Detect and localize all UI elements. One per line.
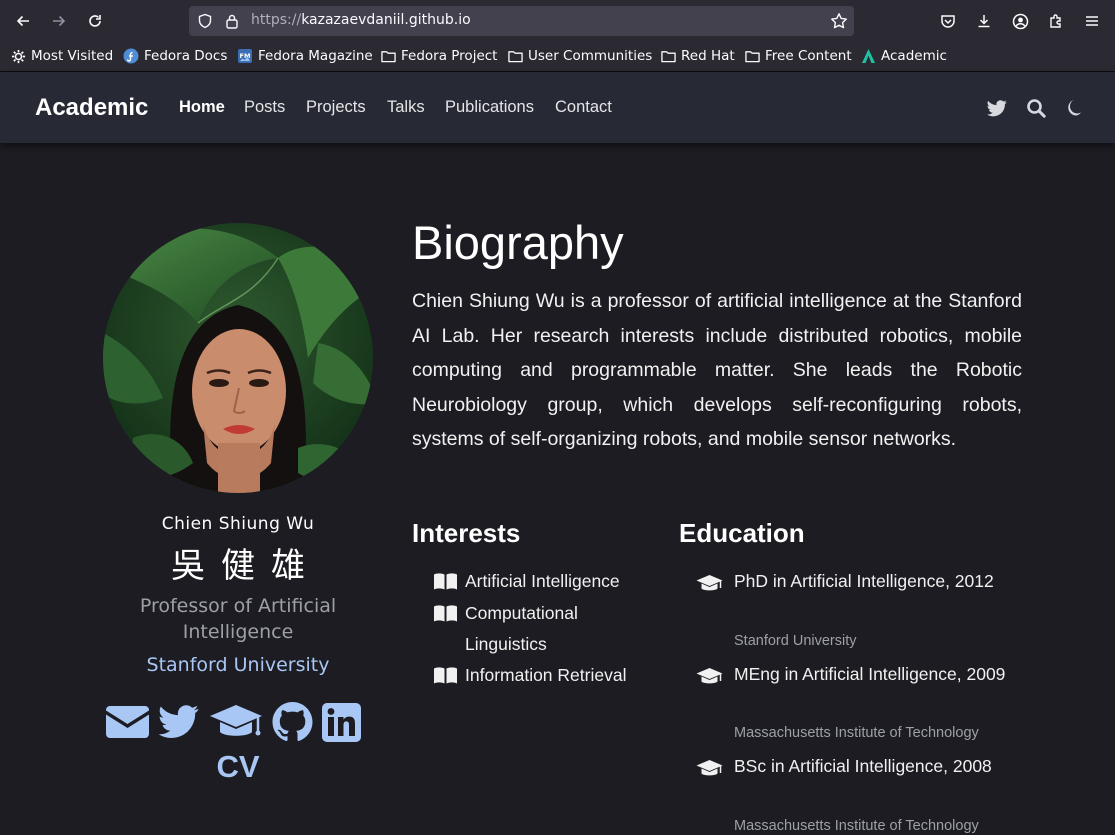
- site-navbar: Academic Home Posts Projects Talks Publi…: [0, 72, 1115, 143]
- svg-text:FM: FM: [240, 52, 251, 60]
- reload-button[interactable]: [81, 7, 109, 35]
- account-button[interactable]: [1006, 7, 1034, 35]
- nav-projects[interactable]: Projects: [306, 98, 366, 117]
- extensions-button[interactable]: [1042, 7, 1070, 35]
- bookmarks-toolbar: Most Visited Fedora Docs FM Fedora Magaz…: [0, 42, 1115, 72]
- folder-icon: [745, 51, 760, 63]
- education-degree: MEng in Artificial Intelligence, 2009: [734, 664, 1006, 684]
- education-title: Education: [679, 518, 805, 548]
- folder-icon: [661, 51, 676, 63]
- arrow-right-icon: [53, 15, 66, 27]
- bookmark-label: User Communities: [528, 48, 653, 64]
- profile-organization[interactable]: Stanford University: [103, 654, 373, 676]
- folder-icon: [508, 51, 523, 63]
- gear-icon: [11, 49, 26, 63]
- interest-label: Computational Linguistics: [465, 603, 578, 654]
- pocket-button[interactable]: [934, 7, 962, 35]
- nav-contact[interactable]: Contact: [555, 98, 612, 117]
- folder-icon: [381, 51, 396, 63]
- profile-name: Chien Shiung Wu: [161, 514, 315, 534]
- back-button[interactable]: [9, 7, 37, 35]
- graduation-cap-icon: [696, 668, 723, 684]
- graduation-cap-icon: [696, 575, 723, 591]
- profile-role: Professor of Artificial Intelligence: [139, 595, 337, 643]
- account-icon: [1012, 13, 1028, 29]
- cv-link[interactable]: CV: [103, 749, 373, 785]
- envelope-icon[interactable]: [105, 702, 149, 742]
- bookmark-fedora-project[interactable]: Fedora Project: [381, 48, 497, 64]
- profile-name-cjk: 吳健雄: [171, 546, 321, 586]
- linkedin-icon[interactable]: [321, 702, 361, 742]
- download-icon: [978, 15, 990, 28]
- url-text[interactable]: https://kazazaevdaniil.github.io: [251, 12, 471, 28]
- education-degree: PhD in Artificial Intelligence, 2012: [734, 571, 994, 591]
- nav-home[interactable]: Home: [179, 98, 225, 117]
- graduation-cap-icon: [696, 760, 723, 776]
- arrow-left-icon: [16, 15, 29, 27]
- bookmark-user-communities[interactable]: User Communities: [508, 48, 652, 64]
- book-open-icon: [434, 573, 457, 590]
- graduation-cap-icon[interactable]: [208, 702, 264, 742]
- url-host: kazazaevdaniil.github.io: [301, 12, 471, 28]
- puzzle-icon: [1050, 14, 1061, 28]
- bookmark-label: Most Visited: [31, 48, 114, 64]
- hamburger-icon: [1086, 16, 1098, 26]
- education-institution: Massachusetts Institute of Technology: [734, 725, 979, 741]
- search-icon[interactable]: [1024, 96, 1048, 120]
- nav-posts[interactable]: Posts: [244, 98, 285, 117]
- bookmark-fedora-docs[interactable]: Fedora Docs: [123, 48, 227, 64]
- bookmark-academic[interactable]: Academic: [861, 48, 947, 64]
- downloads-button[interactable]: [970, 7, 998, 35]
- moon-icon[interactable]: [1061, 96, 1085, 120]
- menu-button[interactable]: [1078, 7, 1106, 35]
- bookmark-label: Free Content: [765, 48, 852, 64]
- github-icon[interactable]: [271, 702, 313, 742]
- bookmark-red-hat[interactable]: Red Hat: [661, 48, 735, 64]
- bookmark-label: Fedora Docs: [144, 48, 228, 64]
- interest-label: Artificial Intelligence: [465, 571, 620, 591]
- bookmark-label: Red Hat: [681, 48, 735, 64]
- forward-button[interactable]: [45, 7, 73, 35]
- biography-title: Biography: [412, 216, 624, 269]
- fedora-magazine-icon: FM: [238, 49, 252, 63]
- shield-icon[interactable]: [197, 13, 213, 29]
- reload-icon: [89, 15, 101, 27]
- book-open-icon: [434, 605, 457, 622]
- biography-text: Chien Shiung Wu is a professor of artifi…: [412, 290, 1022, 451]
- education-institution: Stanford University: [734, 633, 857, 649]
- avatar: [103, 223, 373, 493]
- education-institution: Massachusetts Institute of Technology: [734, 818, 979, 834]
- interests-title: Interests: [412, 518, 521, 548]
- bookmark-label: Academic: [881, 48, 947, 64]
- nav-publications[interactable]: Publications: [445, 98, 534, 117]
- fedora-icon: [123, 48, 139, 64]
- bookmark-fedora-magazine[interactable]: FM Fedora Magazine: [237, 48, 373, 64]
- pocket-icon: [941, 15, 955, 28]
- url-scheme: https://: [251, 12, 302, 28]
- academic-logo-icon: [862, 49, 875, 63]
- site-brand[interactable]: Academic: [35, 94, 148, 122]
- browser-toolbar: https://kazazaevdaniil.github.io: [0, 0, 1115, 42]
- bookmark-free-content[interactable]: Free Content: [745, 48, 852, 64]
- twitter-icon[interactable]: [985, 96, 1009, 120]
- bookmark-label: Fedora Magazine: [258, 48, 373, 64]
- book-open-icon: [434, 667, 457, 684]
- interest-label: Information Retrieval: [465, 665, 627, 685]
- star-icon[interactable]: [830, 12, 848, 30]
- education-degree: BSc in Artificial Intelligence, 2008: [734, 756, 992, 776]
- nav-talks[interactable]: Talks: [387, 98, 425, 117]
- bookmark-label: Fedora Project: [401, 48, 498, 64]
- lock-icon[interactable]: [225, 13, 239, 29]
- url-bar[interactable]: https://kazazaevdaniil.github.io: [189, 6, 854, 36]
- bookmark-most-visited[interactable]: Most Visited: [11, 48, 113, 64]
- twitter-icon[interactable]: [157, 702, 201, 742]
